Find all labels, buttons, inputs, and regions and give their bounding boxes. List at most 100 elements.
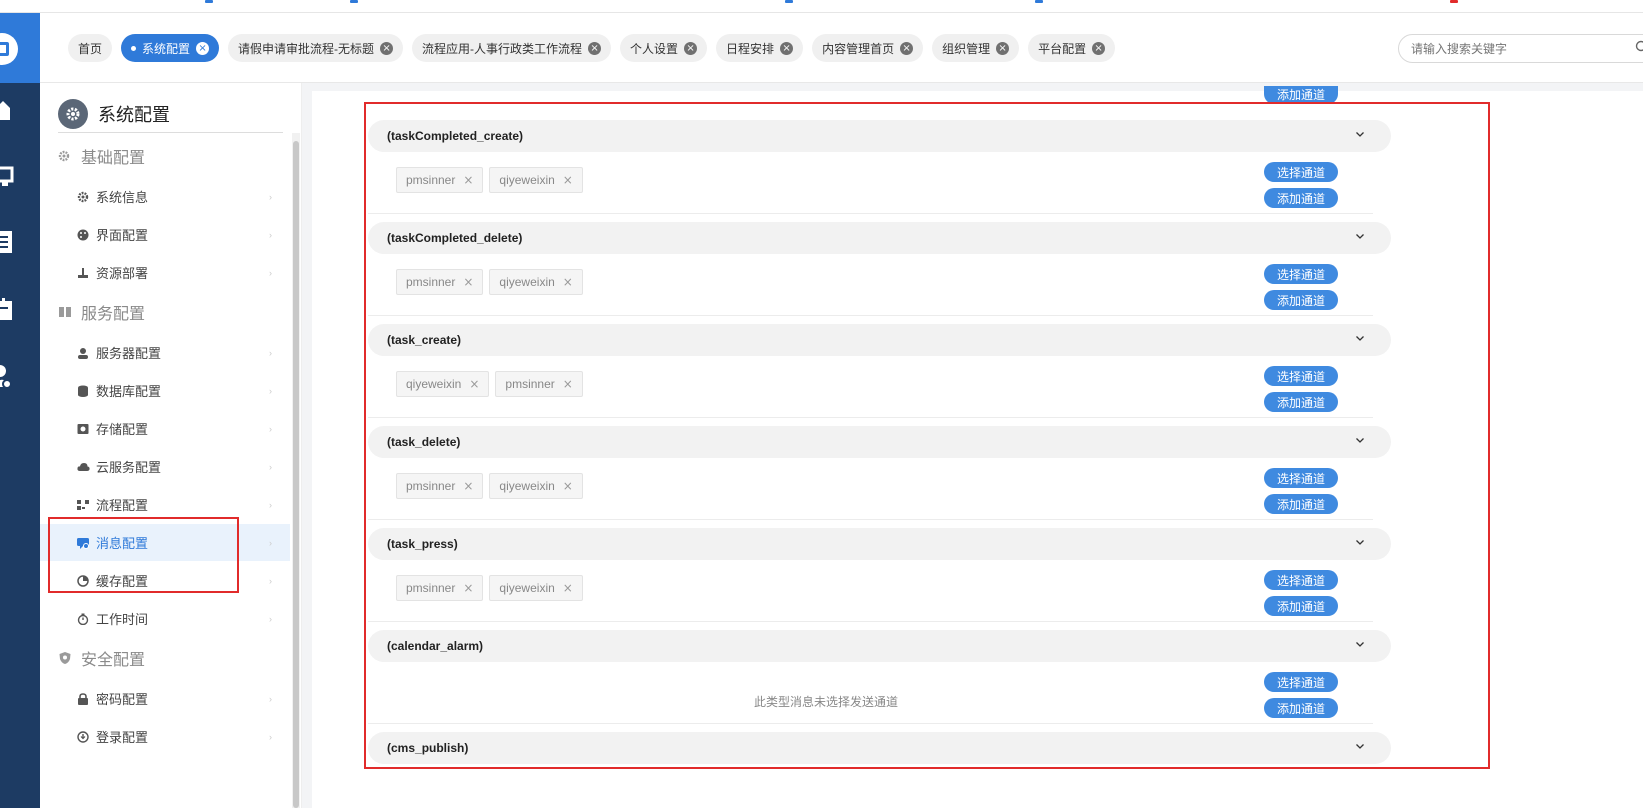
sidebar-item[interactable]: 缓存配置 › [40, 562, 290, 599]
sidebar-item[interactable]: 存储配置 › [40, 410, 290, 447]
add-channel-button[interactable]: 添加通道 [1264, 188, 1338, 208]
channel-tag-label: pmsinner [406, 479, 456, 493]
chevron-down-icon[interactable] [1355, 639, 1365, 649]
select-channel-button[interactable]: 选择通道 [1264, 162, 1338, 182]
message-type-header[interactable]: (taskCompleted_create) [368, 120, 1391, 152]
select-channel-button[interactable]: 选择通道 [1264, 366, 1338, 386]
select-channel-button[interactable]: 选择通道 [1264, 672, 1338, 692]
remove-tag-icon[interactable]: × [463, 581, 473, 595]
chevron-right-icon: › [269, 731, 272, 742]
monitor-icon[interactable] [0, 166, 14, 188]
message-type-header[interactable]: (task_press) [368, 528, 1391, 560]
tab-close-icon[interactable]: × [196, 41, 210, 55]
sidebar-item[interactable]: 工作时间 › [40, 600, 290, 637]
document-icon[interactable] [0, 231, 14, 253]
message-type-header[interactable]: (taskCompleted_delete) [368, 222, 1391, 254]
calendar-icon[interactable] [0, 298, 14, 320]
remove-tag-icon[interactable]: × [469, 377, 479, 391]
remove-tag-icon[interactable]: × [463, 275, 473, 289]
message-type-header[interactable]: (task_create) [368, 324, 1391, 356]
sidebar-group-label: 基础配置 [81, 150, 146, 167]
channel-tag-label: qiyeweixin [499, 581, 555, 595]
sidebar-item[interactable]: 云服务配置 › [40, 448, 290, 485]
user-cog-icon [77, 347, 89, 359]
tab-close-icon[interactable]: × [780, 41, 794, 55]
storage-icon [77, 423, 89, 435]
select-channel-button[interactable]: 选择通道 [1264, 570, 1338, 590]
message-type-header[interactable]: (task_delete) [368, 426, 1391, 458]
add-channel-button-partial[interactable]: 添加通道 [1264, 86, 1338, 104]
remove-tag-icon[interactable]: × [563, 479, 573, 493]
add-channel-button[interactable]: 添加通道 [1264, 392, 1338, 412]
tab-item[interactable]: 请假申请审批流程-无标题 × [228, 34, 404, 62]
tab-label: 请假申请审批流程-无标题 [238, 41, 375, 56]
message-type-header[interactable]: (calendar_alarm) [368, 630, 1391, 662]
remove-tag-icon[interactable]: × [563, 377, 573, 391]
scrollbar-thumb[interactable] [293, 141, 299, 808]
tab-item[interactable]: 日程安排 × [716, 34, 804, 62]
sidebar-item[interactable]: 密码配置 › [40, 680, 290, 717]
search-icon[interactable] [1635, 40, 1643, 54]
message-type-body: pmsinner × qiyeweixin × 选择通道 添加通道 [368, 458, 1373, 520]
tab-item[interactable]: 首页 [68, 34, 113, 62]
tab-close-icon[interactable]: × [380, 41, 394, 55]
user-settings-icon[interactable] [0, 365, 14, 389]
server-icon [58, 305, 72, 319]
tab-item[interactable]: 内容管理首页 × [812, 34, 924, 62]
sidebar-item[interactable]: 数据库配置 › [40, 372, 290, 409]
message-type-header[interactable]: (cms_publish) [368, 732, 1391, 764]
tab-item[interactable]: 系统配置 × [121, 34, 220, 62]
chevron-right-icon: › [269, 693, 272, 704]
strip-mark [785, 0, 793, 3]
sidebar-group[interactable]: 基础配置 [58, 144, 145, 168]
home-icon[interactable] [0, 98, 14, 120]
chevron-down-icon[interactable] [1355, 231, 1365, 241]
select-channel-button[interactable]: 选择通道 [1264, 468, 1338, 488]
sidebar-item[interactable]: 流程配置 › [40, 486, 290, 523]
message-type-body: pmsinner × qiyeweixin × 选择通道 添加通道 [368, 560, 1373, 622]
add-channel-button[interactable]: 添加通道 [1264, 494, 1338, 514]
tab-close-icon[interactable]: × [684, 41, 698, 55]
remove-tag-icon[interactable]: × [563, 581, 573, 595]
message-type-title: (task_create) [387, 333, 462, 347]
tab-item[interactable]: 组织管理 × [932, 34, 1020, 62]
app-logo[interactable] [0, 13, 40, 83]
remove-tag-icon[interactable]: × [563, 275, 573, 289]
chevron-right-icon: › [269, 575, 272, 586]
search-input[interactable] [1398, 34, 1643, 63]
tab-close-icon[interactable]: × [996, 41, 1010, 55]
sidebar-item[interactable]: 服务器配置 › [40, 334, 290, 371]
gear-icon [77, 191, 89, 203]
tab-bar: 首页 系统配置 × 请假申请审批流程-无标题 × 流程应用-人事行政类工作流程 × 个人设置 ×… [40, 13, 1643, 83]
sidebar-item[interactable]: 消息配置 › [40, 524, 290, 561]
sidebar-item[interactable]: 登录配置 › [40, 718, 290, 755]
sidebar-group[interactable]: 安全配置 [58, 646, 145, 670]
tab-close-icon[interactable]: × [588, 41, 602, 55]
sidebar-item-label: 系统信息 [96, 190, 149, 205]
chevron-down-icon[interactable] [1355, 537, 1365, 547]
tab-item[interactable]: 流程应用-人事行政类工作流程 × [412, 34, 612, 62]
remove-tag-icon[interactable]: × [563, 173, 573, 187]
tab-close-icon[interactable]: × [900, 41, 914, 55]
chevron-down-icon[interactable] [1355, 333, 1365, 343]
chevron-down-icon[interactable] [1355, 435, 1365, 445]
chevron-down-icon[interactable] [1355, 129, 1365, 139]
chevron-down-icon[interactable] [1355, 741, 1365, 751]
add-channel-button[interactable]: 添加通道 [1264, 698, 1338, 718]
remove-tag-icon[interactable]: × [463, 173, 473, 187]
sidebar-group[interactable]: 服务配置 [58, 300, 145, 324]
add-channel-button[interactable]: 添加通道 [1264, 290, 1338, 310]
tab-close-icon[interactable]: × [1092, 41, 1106, 55]
tab-item[interactable]: 平台配置 × [1028, 34, 1116, 62]
sidebar-item[interactable]: 界面配置 › [40, 216, 290, 253]
deploy-icon [77, 267, 89, 279]
sidebar-scrollbar[interactable] [292, 133, 300, 808]
tab-item[interactable]: 个人设置 × [620, 34, 708, 62]
active-dot-icon [131, 45, 137, 51]
message-type-body: qiyeweixin × pmsinner × 选择通道 添加通道 [368, 356, 1373, 418]
remove-tag-icon[interactable]: × [463, 479, 473, 493]
add-channel-button[interactable]: 添加通道 [1264, 596, 1338, 616]
sidebar-item[interactable]: 系统信息 › [40, 178, 290, 215]
sidebar-item[interactable]: 资源部署 › [40, 254, 290, 291]
select-channel-button[interactable]: 选择通道 [1264, 264, 1338, 284]
